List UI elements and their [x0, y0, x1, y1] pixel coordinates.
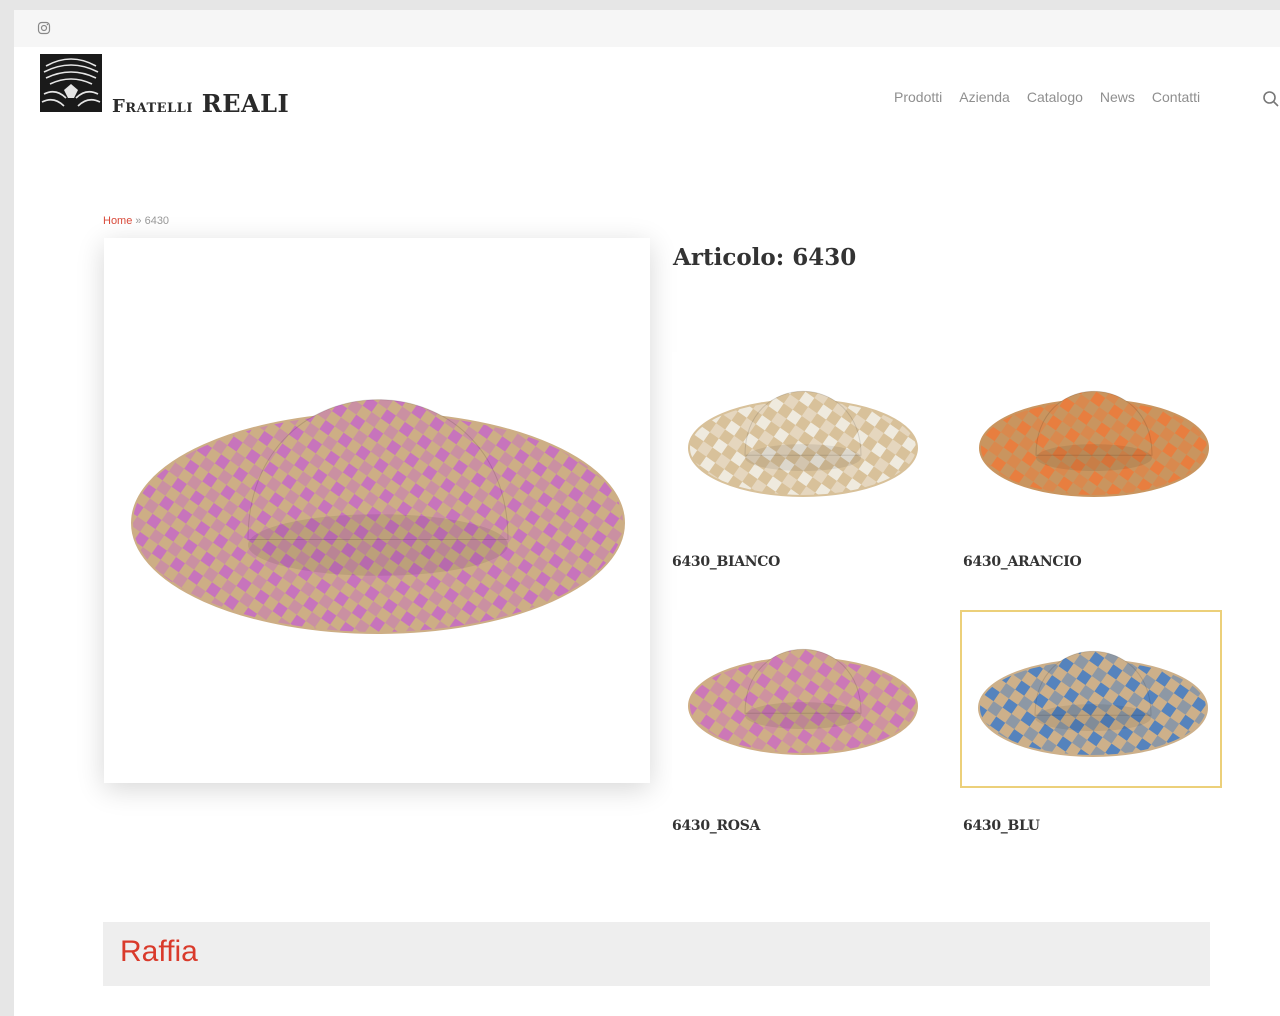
breadcrumb: Home » 6430	[103, 215, 169, 227]
hat-image	[979, 391, 1209, 497]
variant-label[interactable]: 6430_ARANCIO	[963, 554, 1082, 570]
breadcrumb-home-link[interactable]: Home	[103, 215, 132, 227]
product-title: Articolo: 6430	[673, 244, 857, 271]
logo-text-reali: REALI	[201, 89, 290, 118]
main-product-image[interactable]	[104, 238, 650, 783]
instagram-icon[interactable]	[37, 21, 51, 35]
main-nav: Prodotti Azienda Catalogo News Contatti	[894, 89, 1217, 105]
logo-text[interactable]: Fratelli REALI	[112, 89, 289, 118]
variant-arancio[interactable]: 6430_ARANCIO	[963, 352, 1225, 570]
nav-item-azienda[interactable]: Azienda	[959, 89, 1010, 105]
variant-bianco[interactable]: 6430_BIANCO	[672, 352, 934, 570]
material-title: Raffia	[120, 935, 198, 968]
variant-label[interactable]: 6430_ROSA	[672, 818, 760, 834]
material-section: Raffia	[103, 922, 1210, 986]
variant-blu[interactable]: 6430_BLU	[960, 610, 1222, 834]
hat-image	[688, 391, 918, 497]
top-bar	[14, 10, 1280, 47]
nav-item-prodotti[interactable]: Prodotti	[894, 89, 942, 105]
variant-thumbnail[interactable]	[963, 352, 1225, 530]
variant-label[interactable]: 6430_BLU	[963, 818, 1040, 834]
breadcrumb-current: 6430	[144, 215, 170, 227]
nav-item-news[interactable]: News	[1100, 89, 1135, 105]
site-header: Fratelli REALI Prodotti Azienda Catalogo…	[14, 47, 1280, 137]
logo-icon[interactable]	[40, 54, 102, 112]
variant-rosa[interactable]: 6430_ROSA	[672, 610, 934, 834]
variant-thumbnail-selected[interactable]	[960, 610, 1222, 788]
nav-item-contatti[interactable]: Contatti	[1152, 89, 1200, 105]
hat-image	[978, 651, 1208, 757]
hat-image	[131, 399, 625, 634]
page: Fratelli REALI Prodotti Azienda Catalogo…	[14, 10, 1280, 1016]
variant-thumbnail[interactable]	[672, 610, 934, 788]
hat-image	[688, 649, 918, 755]
logo-text-fratelli: Fratelli	[112, 96, 193, 117]
search-icon[interactable]	[1262, 90, 1280, 108]
nav-item-catalogo[interactable]: Catalogo	[1027, 89, 1083, 105]
variant-label[interactable]: 6430_BIANCO	[672, 554, 780, 570]
breadcrumb-separator: »	[132, 215, 145, 227]
variant-thumbnail[interactable]	[672, 352, 934, 530]
